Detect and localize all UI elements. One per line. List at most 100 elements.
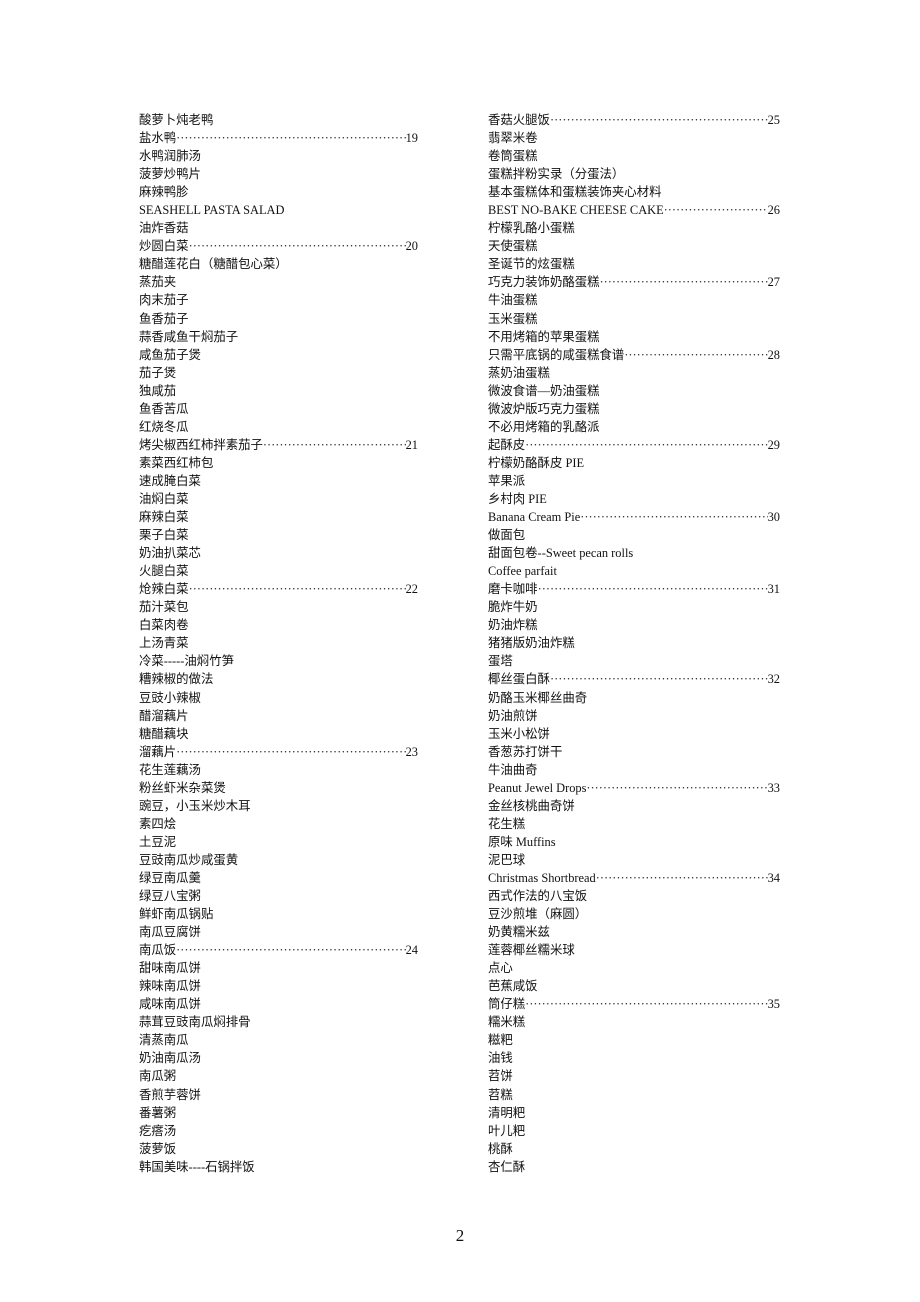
toc-entry[interactable]: 蒜茸豆豉南瓜焖排骨 xyxy=(139,1013,418,1031)
toc-entry[interactable]: 桃酥 xyxy=(488,1140,780,1158)
toc-entry[interactable]: 卷筒蛋糕 xyxy=(488,147,780,165)
toc-entry[interactable]: 奶酪玉米椰丝曲奇 xyxy=(488,689,780,707)
toc-entry[interactable]: 菠萝炒鸭片 xyxy=(139,165,418,183)
toc-entry[interactable]: 乡村肉 PIE xyxy=(488,490,780,508)
toc-entry[interactable]: 素菜西红柿包 xyxy=(139,454,418,472)
toc-entry[interactable]: SEASHELL PASTA SALAD xyxy=(139,201,418,219)
toc-entry[interactable]: BEST NO-BAKE CHEESE CAKE 26 xyxy=(488,201,780,219)
toc-entry[interactable]: 咸味南瓜饼 xyxy=(139,995,418,1013)
toc-entry[interactable]: 椰丝蛋白酥 32 xyxy=(488,670,780,688)
toc-entry[interactable]: 点心 xyxy=(488,959,780,977)
toc-entry[interactable]: 糍粑 xyxy=(488,1031,780,1049)
toc-entry[interactable]: 清明粑 xyxy=(488,1104,780,1122)
toc-entry[interactable]: 金丝核桃曲奇饼 xyxy=(488,797,780,815)
toc-entry[interactable]: 南瓜豆腐饼 xyxy=(139,923,418,941)
toc-entry[interactable]: 豆豉小辣椒 xyxy=(139,689,418,707)
toc-entry[interactable]: 蒸茄夹 xyxy=(139,273,418,291)
toc-entry[interactable]: 糟辣椒的做法 xyxy=(139,670,418,688)
toc-entry[interactable]: Christmas Shortbread 34 xyxy=(488,869,780,887)
toc-entry[interactable]: 盐水鸭 19 xyxy=(139,129,418,147)
toc-entry[interactable]: 火腿白菜 xyxy=(139,562,418,580)
toc-entry[interactable]: 醋溜藕片 xyxy=(139,707,418,725)
toc-entry[interactable]: 南瓜粥 xyxy=(139,1067,418,1085)
toc-entry[interactable]: 苹果派 xyxy=(488,472,780,490)
toc-entry[interactable]: 杏仁酥 xyxy=(488,1158,780,1176)
toc-entry[interactable]: 香葱苏打饼干 xyxy=(488,743,780,761)
toc-entry[interactable]: 独咸茄 xyxy=(139,382,418,400)
toc-entry[interactable]: 茄子煲 xyxy=(139,364,418,382)
toc-entry[interactable]: 天使蛋糕 xyxy=(488,237,780,255)
toc-entry[interactable]: 油钱 xyxy=(488,1049,780,1067)
toc-entry[interactable]: 素四烩 xyxy=(139,815,418,833)
toc-entry[interactable]: Peanut Jewel Drops 33 xyxy=(488,779,780,797)
toc-entry[interactable]: 花生糕 xyxy=(488,815,780,833)
toc-entry[interactable]: 白菜肉卷 xyxy=(139,616,418,634)
toc-entry[interactable]: 奶油炸糕 xyxy=(488,616,780,634)
toc-entry[interactable]: 泥巴球 xyxy=(488,851,780,869)
toc-entry[interactable]: 南瓜饭 24 xyxy=(139,941,418,959)
toc-entry[interactable]: 冷菜-----油焖竹笋 xyxy=(139,652,418,670)
toc-entry[interactable]: 原味 Muffins xyxy=(488,833,780,851)
toc-entry[interactable]: 柠檬奶酪酥皮 PIE xyxy=(488,454,780,472)
toc-entry[interactable]: 糖醋藕块 xyxy=(139,725,418,743)
toc-entry[interactable]: Banana Cream Pie 30 xyxy=(488,508,780,526)
toc-entry[interactable]: 辣味南瓜饼 xyxy=(139,977,418,995)
toc-entry[interactable]: 奶黄糯米兹 xyxy=(488,923,780,941)
toc-entry[interactable]: 鲜虾南瓜锅贴 xyxy=(139,905,418,923)
toc-entry[interactable]: 微波炉版巧克力蛋糕 xyxy=(488,400,780,418)
toc-entry[interactable]: 油炸香菇 xyxy=(139,219,418,237)
toc-entry[interactable]: 柠檬乳酪小蛋糕 xyxy=(488,219,780,237)
toc-entry[interactable]: 奶油南瓜汤 xyxy=(139,1049,418,1067)
toc-entry[interactable]: 豆豉南瓜炒咸蛋黄 xyxy=(139,851,418,869)
toc-entry[interactable]: 烤尖椒西红柿拌素茄子 21 xyxy=(139,436,418,454)
toc-entry[interactable]: 清蒸南瓜 xyxy=(139,1031,418,1049)
toc-entry[interactable]: 花生莲藕汤 xyxy=(139,761,418,779)
toc-entry[interactable]: 牛油曲奇 xyxy=(488,761,780,779)
toc-entry[interactable]: 香煎芋蓉饼 xyxy=(139,1086,418,1104)
toc-entry[interactable]: 疙瘩汤 xyxy=(139,1122,418,1140)
toc-entry[interactable]: 韩国美味----石锅拌饭 xyxy=(139,1158,418,1176)
toc-entry[interactable]: 鱼香茄子 xyxy=(139,310,418,328)
toc-entry[interactable]: 蒸奶油蛋糕 xyxy=(488,364,780,382)
toc-entry[interactable]: 奶油煎饼 xyxy=(488,707,780,725)
toc-entry[interactable]: 香菇火腿饭 25 xyxy=(488,111,780,129)
toc-entry[interactable]: 粉丝虾米杂菜煲 xyxy=(139,779,418,797)
toc-entry[interactable]: 豌豆，小玉米炒木耳 xyxy=(139,797,418,815)
toc-entry[interactable]: 糖醋莲花白（糖醋包心菜） xyxy=(139,255,418,273)
toc-entry[interactable]: 炒圆白菜 20 xyxy=(139,237,418,255)
toc-entry[interactable]: 茄汁菜包 xyxy=(139,598,418,616)
toc-entry[interactable]: 红烧冬瓜 xyxy=(139,418,418,436)
toc-entry[interactable]: 做面包 xyxy=(488,526,780,544)
toc-entry[interactable]: 翡翠米卷 xyxy=(488,129,780,147)
toc-entry[interactable]: 玉米蛋糕 xyxy=(488,310,780,328)
toc-entry[interactable]: 麻辣白菜 xyxy=(139,508,418,526)
toc-entry[interactable]: 土豆泥 xyxy=(139,833,418,851)
toc-entry[interactable]: 炝辣白菜 22 xyxy=(139,580,418,598)
toc-entry[interactable]: 栗子白菜 xyxy=(139,526,418,544)
toc-entry[interactable]: Coffee parfait xyxy=(488,562,780,580)
toc-entry[interactable]: 脆炸牛奶 xyxy=(488,598,780,616)
toc-entry[interactable]: 甜面包卷--Sweet pecan rolls xyxy=(488,544,780,562)
toc-entry[interactable]: 圣诞节的炫蛋糕 xyxy=(488,255,780,273)
toc-entry[interactable]: 油焖白菜 xyxy=(139,490,418,508)
toc-entry[interactable]: 奶油扒菜芯 xyxy=(139,544,418,562)
toc-entry[interactable]: 磨卡咖啡 31 xyxy=(488,580,780,598)
toc-entry[interactable]: 速成腌白菜 xyxy=(139,472,418,490)
toc-entry[interactable]: 蒜香咸鱼干焖茄子 xyxy=(139,328,418,346)
toc-entry[interactable]: 绿豆南瓜羹 xyxy=(139,869,418,887)
toc-entry[interactable]: 苕饼 xyxy=(488,1067,780,1085)
toc-entry[interactable]: 筒仔糕 35 xyxy=(488,995,780,1013)
toc-entry[interactable]: 糯米糕 xyxy=(488,1013,780,1031)
toc-entry[interactable]: 玉米小松饼 xyxy=(488,725,780,743)
toc-entry[interactable]: 猪猪版奶油炸糕 xyxy=(488,634,780,652)
toc-entry[interactable]: 只需平底锅的咸蛋糕食谱 28 xyxy=(488,346,780,364)
toc-entry[interactable]: 苕糕 xyxy=(488,1086,780,1104)
toc-entry[interactable]: 麻辣鸭胗 xyxy=(139,183,418,201)
toc-entry[interactable]: 西式作法的八宝饭 xyxy=(488,887,780,905)
toc-entry[interactable]: 不用烤箱的苹果蛋糕 xyxy=(488,328,780,346)
toc-entry[interactable]: 莲蓉椰丝糯米球 xyxy=(488,941,780,959)
toc-entry[interactable]: 芭蕉咸饭 xyxy=(488,977,780,995)
toc-entry[interactable]: 牛油蛋糕 xyxy=(488,291,780,309)
toc-entry[interactable]: 咸鱼茄子煲 xyxy=(139,346,418,364)
toc-entry[interactable]: 菠萝饭 xyxy=(139,1140,418,1158)
